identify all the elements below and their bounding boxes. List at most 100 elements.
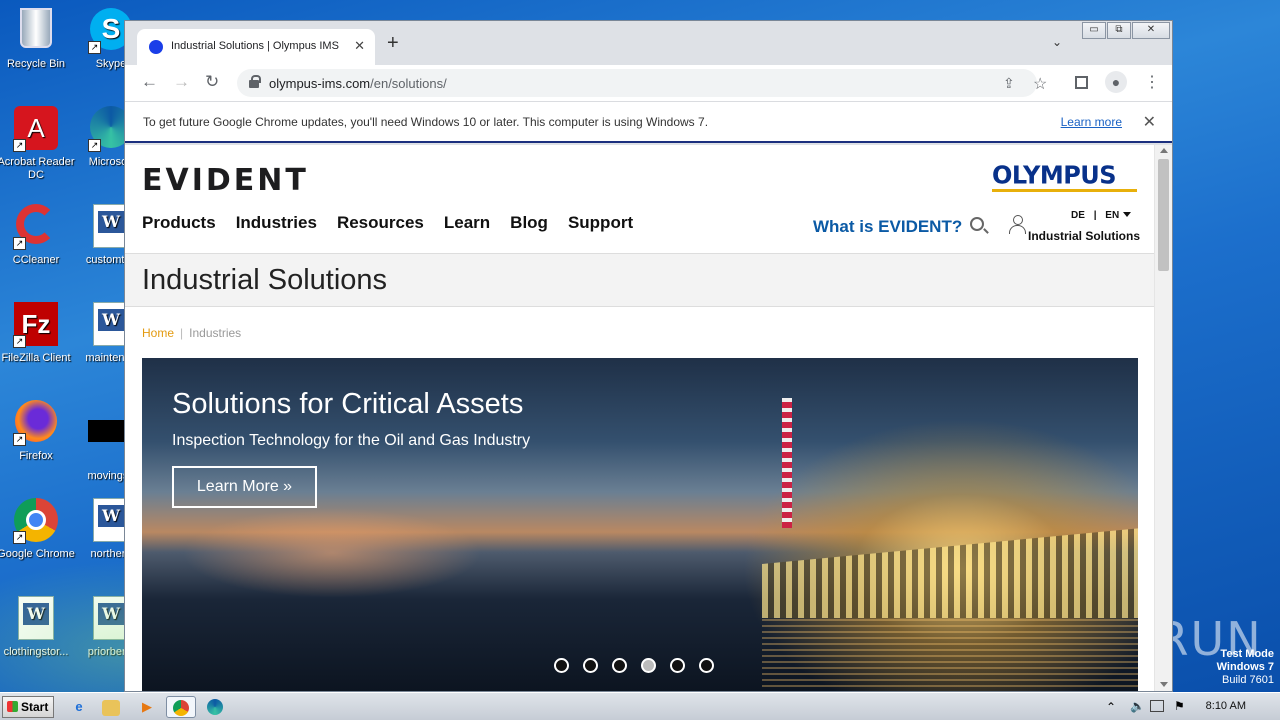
profile-avatar-icon[interactable]: ● <box>1105 71 1127 93</box>
desktop-icon-label: Acrobat Reader DC <box>0 156 75 181</box>
page-scrollbar[interactable] <box>1154 145 1172 691</box>
media-player-icon[interactable]: ▶ <box>136 696 158 718</box>
desktop-icon-clothingstore[interactable]: W clothingstor... <box>0 596 75 659</box>
address-bar[interactable]: olympus-ims.com/en/solutions/ ⇪ ☆ <box>237 69 1047 97</box>
chrome-taskbar-button[interactable] <box>166 696 196 718</box>
carousel-dot-6[interactable] <box>699 658 714 673</box>
scroll-down-arrow-icon[interactable] <box>1160 682 1168 687</box>
tab-close-icon[interactable]: ✕ <box>354 38 365 54</box>
ie-icon[interactable]: e <box>68 696 90 718</box>
tray-expand-icon[interactable]: ⌃ <box>1106 700 1116 714</box>
scrollbar-thumb[interactable] <box>1158 159 1169 271</box>
lock-icon <box>249 75 261 88</box>
menu-kebab-icon[interactable]: ⋮ <box>1144 72 1160 92</box>
lang-de[interactable]: DE <box>1071 210 1085 221</box>
nav-item-products[interactable]: Products <box>142 213 216 233</box>
desktop-icon-label: CCleaner <box>12 254 60 266</box>
hero-carousel: Solutions for Critical Assets Inspection… <box>142 358 1138 691</box>
taskbar: Start e ▶ ⌃ 🔈 ⚑ 8:10 AM <box>0 692 1280 720</box>
tab-title: Industrial Solutions | Olympus IMS <box>171 40 339 52</box>
close-window-button[interactable]: ✕ <box>1132 22 1170 39</box>
favicon-icon <box>149 40 163 54</box>
search-icon[interactable] <box>970 217 984 231</box>
forward-arrow-icon[interactable]: → <box>173 72 190 92</box>
hero-title: Solutions for Critical Assets <box>172 388 524 420</box>
volume-icon[interactable]: 🔈 <box>1130 699 1145 713</box>
lang-separator: | <box>1093 210 1097 221</box>
water-reflection <box>762 618 1138 691</box>
evident-logo[interactable]: EVIDENT <box>142 163 309 198</box>
rig-tower <box>782 398 792 528</box>
main-nav: Products Industries Resources Learn Blog… <box>142 213 633 233</box>
shortcut-arrow-icon: ↗ <box>13 531 26 544</box>
start-button[interactable]: Start <box>2 696 54 718</box>
carousel-dot-5[interactable] <box>670 658 685 673</box>
system-tray: ⌃ 🔈 ⚑ 8:10 AM <box>1102 693 1280 720</box>
learn-more-link[interactable]: Learn more <box>1061 115 1122 129</box>
carousel-dot-3[interactable] <box>612 658 627 673</box>
desktop-icon-recycle-bin[interactable]: Recycle Bin <box>0 8 75 71</box>
carousel-dots <box>554 658 714 673</box>
tab-search-chevron-icon[interactable]: ⌄ <box>1052 35 1062 49</box>
desktop-icon-ccleaner[interactable]: ↗ CCleaner <box>0 204 75 267</box>
desktop-icon-firefox[interactable]: ↗ Firefox <box>0 400 75 463</box>
language-selector[interactable]: DE | EN <box>1071 210 1132 221</box>
page-content: EVIDENT OLYMPUS Products Industries Reso… <box>125 145 1155 691</box>
lang-en[interactable]: EN <box>1105 210 1119 221</box>
nav-item-industries[interactable]: Industries <box>236 213 317 233</box>
what-is-evident-link[interactable]: What is EVIDENT? <box>813 217 962 237</box>
reload-icon[interactable]: ↻ <box>205 72 219 92</box>
restore-button[interactable]: ⧉ <box>1107 22 1131 39</box>
desktop-icon-label: Firefox <box>19 450 53 462</box>
desktop-icon-label: FileZilla Client <box>1 352 71 364</box>
test-mode-line: Test Mode <box>1220 648 1274 660</box>
user-account-icon[interactable] <box>1009 215 1026 234</box>
desktop-icon-acrobat[interactable]: A ↗ Acrobat Reader DC <box>0 106 75 182</box>
update-infobar: To get future Google Chrome updates, you… <box>125 101 1172 143</box>
infobar-close-icon[interactable]: ✕ <box>1143 112 1156 132</box>
account-label[interactable]: Industrial Solutions <box>1028 229 1140 243</box>
share-icon[interactable]: ⇪ <box>1003 75 1015 92</box>
bookmark-star-icon[interactable]: ☆ <box>1033 74 1047 94</box>
desktop-icon-chrome[interactable]: ↗ Google Chrome <box>0 498 75 561</box>
nav-item-support[interactable]: Support <box>568 213 633 233</box>
chrome-icon <box>173 700 189 716</box>
network-icon[interactable] <box>1150 700 1164 712</box>
learn-more-button[interactable]: Learn More » <box>172 466 317 508</box>
chrome-window: Industrial Solutions | Olympus IMS ✕ + ⌄… <box>124 20 1173 692</box>
carousel-dot-1[interactable] <box>554 658 569 673</box>
desktop-icon-label: clothingstor... <box>3 646 69 658</box>
url-path: /en/solutions/ <box>370 76 447 91</box>
olympus-logo-underline <box>992 189 1137 192</box>
shortcut-arrow-icon: ↗ <box>88 139 101 152</box>
explorer-icon[interactable] <box>102 700 120 716</box>
ccleaner-icon: ↗ <box>13 204 59 250</box>
carousel-dot-2[interactable] <box>583 658 598 673</box>
desktop-icon-filezilla[interactable]: Fz ↗ FileZilla Client <box>0 302 75 365</box>
desktop-icon-label: Google Chrome <box>0 548 75 560</box>
olympus-logo[interactable]: OLYMPUS <box>992 160 1117 189</box>
side-panel-icon[interactable] <box>1075 76 1088 89</box>
new-tab-button[interactable]: + <box>387 33 399 53</box>
clock[interactable]: 8:10 AM <box>1206 700 1246 712</box>
scroll-up-arrow-icon[interactable] <box>1160 148 1168 153</box>
edge-icon[interactable] <box>204 696 226 718</box>
breadcrumb-home[interactable]: Home <box>142 326 174 340</box>
infobar-message: To get future Google Chrome updates, you… <box>143 115 709 129</box>
shortcut-arrow-icon: ↗ <box>13 433 26 446</box>
breadcrumb-separator: | <box>180 326 184 340</box>
chevron-down-icon <box>1123 212 1132 217</box>
page-title: Industrial Solutions <box>142 264 388 296</box>
carousel-dot-4[interactable] <box>641 658 656 673</box>
nav-item-learn[interactable]: Learn <box>444 213 490 233</box>
test-mode-notice: Test Mode Windows 7 Build 7601 <box>1217 648 1274 687</box>
tab-active[interactable]: Industrial Solutions | Olympus IMS ✕ <box>137 29 375 65</box>
nav-item-blog[interactable]: Blog <box>510 213 548 233</box>
minimize-button[interactable]: ▭ <box>1082 22 1106 39</box>
breadcrumb-current: Industries <box>189 326 242 340</box>
nav-item-resources[interactable]: Resources <box>337 213 424 233</box>
shortcut-arrow-icon: ↗ <box>13 335 26 348</box>
back-arrow-icon[interactable]: ← <box>141 72 158 92</box>
action-center-flag-icon[interactable]: ⚑ <box>1174 699 1185 713</box>
url-host: olympus-ims.com <box>269 76 371 91</box>
